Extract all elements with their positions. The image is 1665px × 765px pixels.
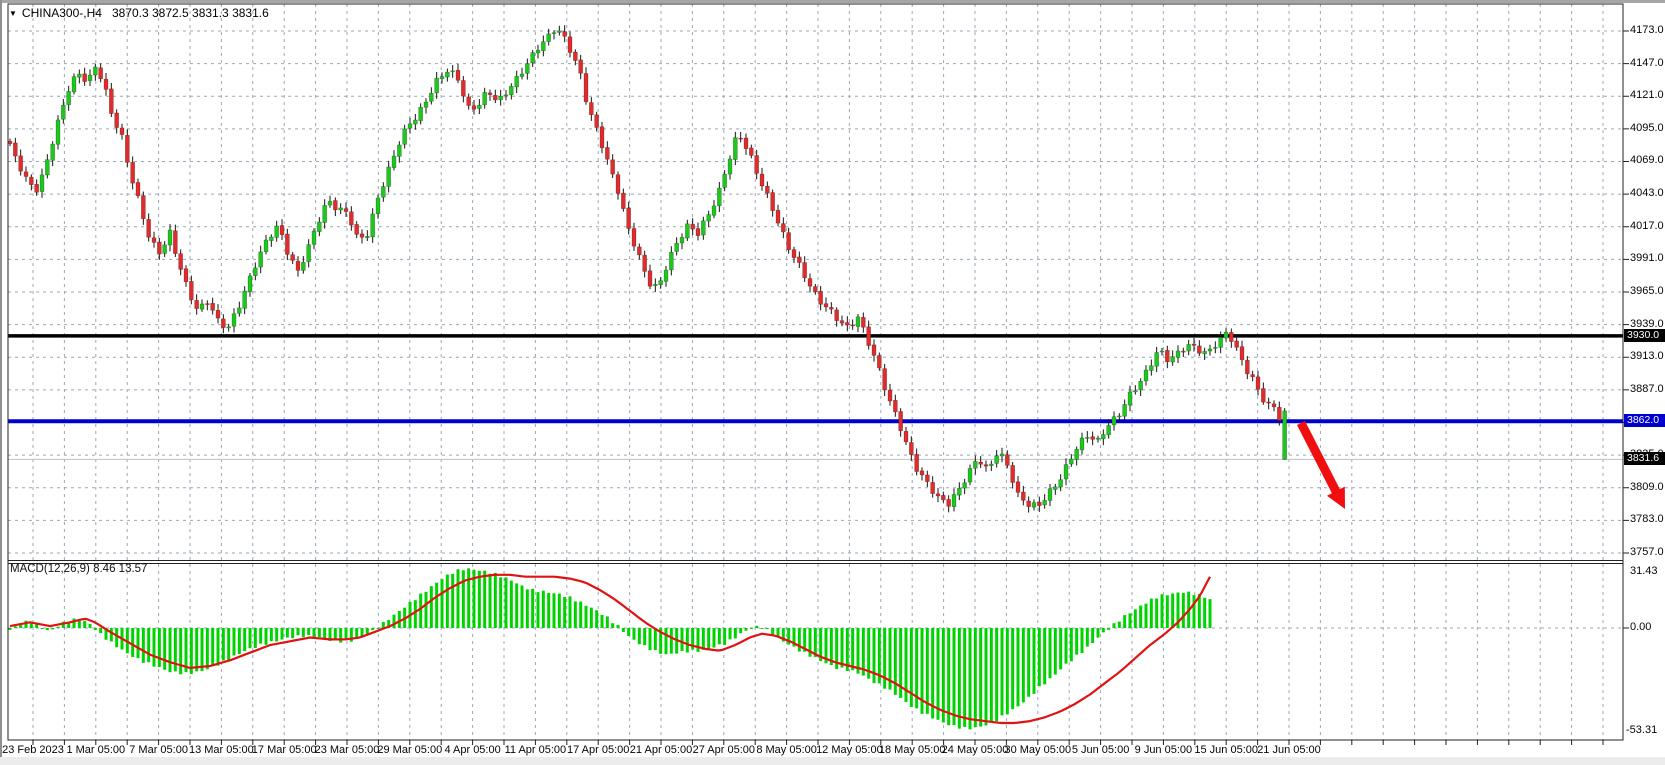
time-axis-label: 12 May 05:00 bbox=[816, 744, 883, 756]
symbol-timeframe-label: CHINA300-,H4 bbox=[22, 6, 102, 20]
price-axis-label: 4121.0 bbox=[1630, 89, 1664, 101]
time-axis-label: 30 May 05:00 bbox=[1004, 744, 1071, 756]
macd-indicator-label: MACD(12,26,9) 8.46 13.57 bbox=[10, 563, 147, 575]
time-axis-label: 5 Jun 05:00 bbox=[1072, 744, 1130, 756]
time-axis-label: 11 Apr 05:00 bbox=[505, 744, 567, 756]
macd-axis-zero: 0.00 bbox=[1630, 621, 1651, 633]
time-axis-label: 27 Apr 05:00 bbox=[693, 744, 755, 756]
time-axis-label: 23 Feb 2023 bbox=[2, 744, 64, 756]
time-axis-label: 29 Mar 05:00 bbox=[377, 744, 442, 756]
macd-histogram bbox=[9, 568, 1212, 729]
price-axis-label: 3913.0 bbox=[1630, 350, 1664, 362]
window-bottom-edge bbox=[0, 757, 1665, 765]
time-axis-label: 4 Apr 05:00 bbox=[444, 744, 500, 756]
price-axis-label: 3757.0 bbox=[1630, 546, 1664, 558]
sell-arrow-annotation bbox=[1301, 423, 1345, 509]
time-axis-label: 13 Mar 05:00 bbox=[189, 744, 254, 756]
time-axis-label: 9 Jun 05:00 bbox=[1135, 744, 1193, 756]
price-axis-label: 3939.0 bbox=[1630, 318, 1664, 330]
price-badge-support: 3862.0 bbox=[1624, 414, 1665, 427]
time-axis-label: 8 May 05:00 bbox=[756, 744, 817, 756]
macd-name: MACD(12,26,9) bbox=[10, 563, 90, 575]
price-axis-label: 4147.0 bbox=[1630, 57, 1664, 69]
price-axis-label: 3887.0 bbox=[1630, 383, 1664, 395]
price-axis-label: 4069.0 bbox=[1630, 154, 1664, 166]
time-axis-label: 1 Mar 05:00 bbox=[66, 744, 125, 756]
chart-svg bbox=[0, 0, 1665, 765]
symbol-header: ▼ CHINA300-,H4 3870.3 3872.5 3831.3 3831.6 bbox=[9, 6, 269, 20]
candle-bodies bbox=[8, 31, 1287, 507]
price-axis-label: 3809.0 bbox=[1630, 481, 1664, 493]
macd-values: 8.46 13.57 bbox=[93, 563, 147, 575]
symbol-dropdown-icon: ▼ bbox=[9, 9, 17, 18]
price-axis-label: 4095.0 bbox=[1630, 122, 1664, 134]
time-axis-label: 15 Jun 05:00 bbox=[1194, 744, 1258, 756]
macd-axis-min: -53.31 bbox=[1626, 724, 1657, 736]
price-axis-label: 3991.0 bbox=[1630, 252, 1664, 264]
time-axis-label: 21 Apr 05:00 bbox=[630, 744, 692, 756]
price-axis-label: 3965.0 bbox=[1630, 285, 1664, 297]
time-axis-label: 23 Mar 05:00 bbox=[315, 744, 380, 756]
price-axis-label: 4173.0 bbox=[1630, 24, 1664, 36]
time-axis-label: 24 May 05:00 bbox=[942, 744, 1009, 756]
price-badge-current: 3831.6 bbox=[1624, 452, 1665, 465]
time-axis-label: 21 Jun 05:00 bbox=[1257, 744, 1321, 756]
time-axis-label: 17 Mar 05:00 bbox=[252, 744, 317, 756]
trading-chart-window: ▼ CHINA300-,H4 3870.3 3872.5 3831.3 3831.6… bbox=[0, 0, 1665, 765]
price-badge-resistance: 3930.0 bbox=[1624, 329, 1665, 342]
price-chart-canvas[interactable] bbox=[0, 0, 1665, 765]
ohlc-readout: 3870.3 3872.5 3831.3 3831.6 bbox=[112, 6, 269, 20]
price-axis-label: 4017.0 bbox=[1630, 220, 1664, 232]
price-axis-label: 3783.0 bbox=[1630, 513, 1664, 525]
price-axis-label: 4043.0 bbox=[1630, 187, 1664, 199]
time-axis-label: 7 Mar 05:00 bbox=[129, 744, 188, 756]
macd-axis-max: 31.43 bbox=[1630, 565, 1658, 577]
time-axis-label: 17 Apr 05:00 bbox=[567, 744, 629, 756]
time-axis-label: 18 May 05:00 bbox=[879, 744, 946, 756]
